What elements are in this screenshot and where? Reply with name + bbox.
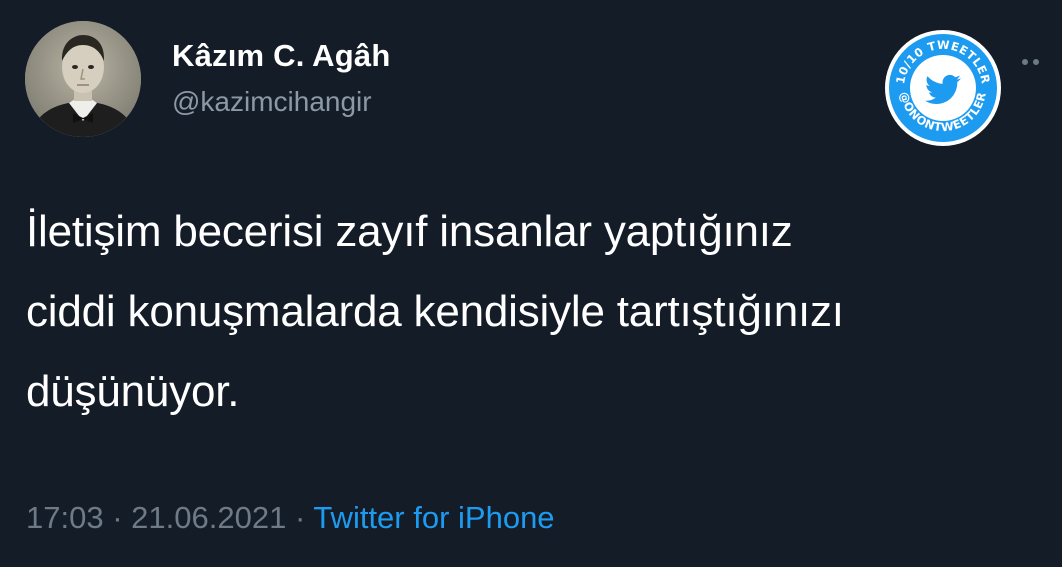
- tweet-time[interactable]: 17:03: [26, 500, 104, 535]
- tweet-card: Kâzım C. Agâh @kazimcihangir 10/10 TWEET…: [0, 0, 1062, 567]
- tweet-text: İletişim becerisi zayıf insanlar yaptığı…: [26, 207, 844, 416]
- meta-separator: ·: [112, 500, 123, 535]
- display-name[interactable]: Kâzım C. Agâh: [172, 38, 390, 74]
- avatar[interactable]: [25, 21, 141, 137]
- meta-separator: ·: [294, 500, 306, 535]
- tweet-meta: 17:03 · 21.06.2021 · Twitter for iPhone: [26, 500, 555, 536]
- onontweetler-badge: 10/10 TWEETLER @ONONTWEETLER: [882, 27, 1004, 149]
- more-options-icon[interactable]: [1022, 52, 1062, 66]
- tweet-date[interactable]: 21.06.2021: [131, 500, 286, 535]
- tweet-source-link[interactable]: Twitter for iPhone: [313, 500, 554, 535]
- user-handle[interactable]: @kazimcihangir: [172, 86, 372, 118]
